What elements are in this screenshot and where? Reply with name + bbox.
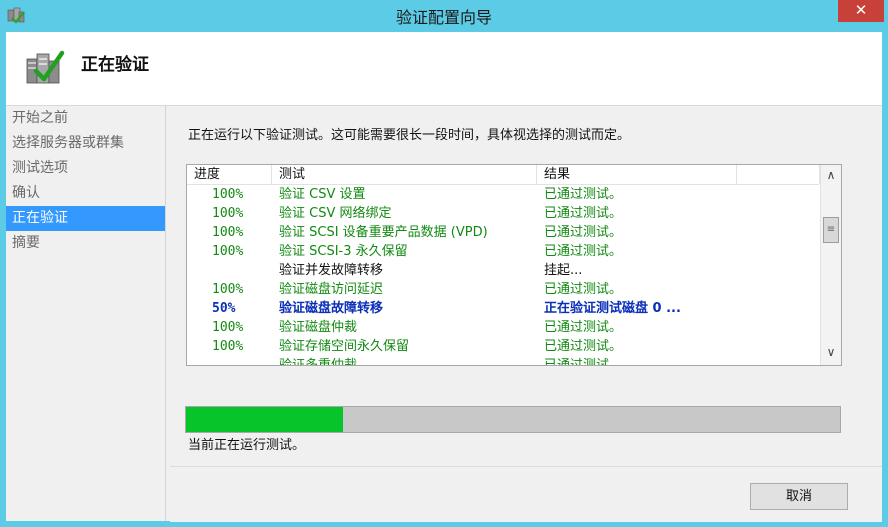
nav-item-testing-options[interactable]: 测试选项 bbox=[6, 156, 165, 181]
test-name-cell: 验证 SCSI 设备重要产品数据 (VPD) bbox=[279, 225, 488, 240]
wizard-window: 验证配置向导 ✕ 正在验证 开始之前 选择服务器或群集 测试选项 确认 正在验证… bbox=[0, 0, 888, 527]
progress-cell: 100% bbox=[212, 225, 244, 240]
vertical-scrollbar[interactable]: ∧ ≡ ∨ bbox=[820, 165, 841, 365]
scroll-up-icon[interactable]: ∧ bbox=[821, 166, 841, 184]
test-name-cell: 验证磁盘访问延迟 bbox=[279, 282, 384, 297]
page-title: 正在验证 bbox=[81, 55, 149, 75]
wizard-client-area: 正在验证 开始之前 选择服务器或群集 测试选项 确认 正在验证 摘要 正在运行以… bbox=[6, 32, 882, 522]
nav-item-validating[interactable]: 正在验证 bbox=[6, 206, 165, 231]
test-name-cell: 验证存储空间永久保留 bbox=[279, 339, 410, 354]
result-cell: 已通过测试。 bbox=[544, 358, 623, 366]
progress-cell: 100% bbox=[212, 206, 244, 221]
nav-item-summary[interactable]: 摘要 bbox=[6, 231, 165, 256]
progress-cell: 100% bbox=[212, 244, 244, 259]
cancel-button[interactable]: 取消 bbox=[750, 483, 848, 510]
result-cell: 已通过测试。 bbox=[544, 244, 623, 259]
progress-cell: 100% bbox=[212, 320, 244, 335]
test-name-cell: 验证 SCSI-3 永久保留 bbox=[279, 244, 408, 259]
table-row[interactable]: 100% 验证存储空间永久保留 已通过测试。 bbox=[187, 337, 819, 356]
nav-item-select-servers[interactable]: 选择服务器或群集 bbox=[6, 131, 165, 156]
overall-progress-bar bbox=[185, 406, 841, 433]
progress-cell: 50% bbox=[212, 301, 236, 316]
title-bar[interactable]: 验证配置向导 ✕ bbox=[0, 0, 888, 32]
window-title: 验证配置向导 bbox=[395, 8, 492, 27]
result-cell: 已通过测试。 bbox=[544, 206, 623, 221]
test-name-cell: 验证磁盘仲裁 bbox=[279, 320, 358, 335]
nav-item-before-you-begin[interactable]: 开始之前 bbox=[6, 106, 165, 131]
result-cell: 挂起... bbox=[544, 263, 583, 278]
scroll-thumb[interactable]: ≡ bbox=[823, 217, 839, 243]
progress-fill bbox=[186, 407, 343, 432]
table-row[interactable]: 验证并发故障转移 挂起... bbox=[187, 261, 819, 280]
close-button[interactable]: ✕ bbox=[838, 0, 884, 22]
wizard-steps-nav: 开始之前 选择服务器或群集 测试选项 确认 正在验证 摘要 bbox=[6, 106, 166, 521]
scroll-down-icon[interactable]: ∨ bbox=[821, 343, 841, 361]
table-row[interactable]: 100% 验证磁盘访问延迟 已通过测试。 bbox=[187, 280, 819, 299]
table-row[interactable]: 100% 验证 CSV 设置 已通过测试。 bbox=[187, 185, 819, 204]
progress-cell: 100% bbox=[212, 282, 244, 297]
table-row[interactable]: 100% 验证 SCSI-3 永久保留 已通过测试。 bbox=[187, 242, 819, 261]
column-header-progress[interactable]: 进度 bbox=[187, 165, 272, 184]
table-row[interactable]: 100% 验证 CSV 网络绑定 已通过测试。 bbox=[187, 204, 819, 223]
wizard-header: 正在验证 bbox=[6, 32, 882, 106]
column-header-result[interactable]: 结果 bbox=[537, 165, 737, 184]
result-cell: 已通过测试。 bbox=[544, 225, 623, 240]
result-cell: 已通过测试。 bbox=[544, 339, 623, 354]
table-row[interactable]: 验证多重仲裁 已通过测试。 bbox=[187, 356, 819, 366]
result-cell: 正在验证测试磁盘 0 ... bbox=[544, 301, 681, 316]
list-header: 进度 测试 结果 bbox=[187, 165, 820, 185]
table-row[interactable]: 50% 验证磁盘故障转移 正在验证测试磁盘 0 ... bbox=[187, 299, 819, 318]
test-name-cell: 验证 CSV 设置 bbox=[279, 187, 366, 202]
list-rows: 100% 验证 CSV 设置 已通过测试。 100% 验证 CSV 网络绑定 已通过测试。… bbox=[187, 185, 819, 366]
result-cell: 已通过测试。 bbox=[544, 282, 623, 297]
main-panel: 正在运行以下验证测试。这可能需要很长一段时间，具体视选择的测试而定。 进度 测试… bbox=[170, 106, 882, 466]
cluster-validate-check-icon bbox=[26, 50, 65, 84]
wizard-footer: 取消 bbox=[170, 466, 882, 522]
table-row[interactable]: 100% 验证 SCSI 设备重要产品数据 (VPD) 已通过测试。 bbox=[187, 223, 819, 242]
column-header-filler bbox=[737, 165, 820, 184]
column-header-test[interactable]: 测试 bbox=[272, 165, 537, 184]
description-text: 正在运行以下验证测试。这可能需要很长一段时间，具体视选择的测试而定。 bbox=[188, 128, 631, 143]
progress-cell: 100% bbox=[212, 187, 244, 202]
test-name-cell: 验证磁盘故障转移 bbox=[279, 301, 384, 316]
table-row[interactable]: 100% 验证磁盘仲裁 已通过测试。 bbox=[187, 318, 819, 337]
result-cell: 已通过测试。 bbox=[544, 187, 623, 202]
result-cell: 已通过测试。 bbox=[544, 320, 623, 335]
nav-item-confirmation[interactable]: 确认 bbox=[6, 181, 165, 206]
test-name-cell: 验证多重仲裁 bbox=[279, 358, 358, 366]
status-text: 当前正在运行测试。 bbox=[188, 438, 306, 453]
test-name-cell: 验证 CSV 网络绑定 bbox=[279, 206, 392, 221]
test-name-cell: 验证并发故障转移 bbox=[279, 263, 384, 278]
tests-list[interactable]: 进度 测试 结果 100% 验证 CSV 设置 已通过测试。 100% 验证 CSV 网… bbox=[186, 164, 842, 366]
progress-cell: 100% bbox=[212, 339, 244, 354]
